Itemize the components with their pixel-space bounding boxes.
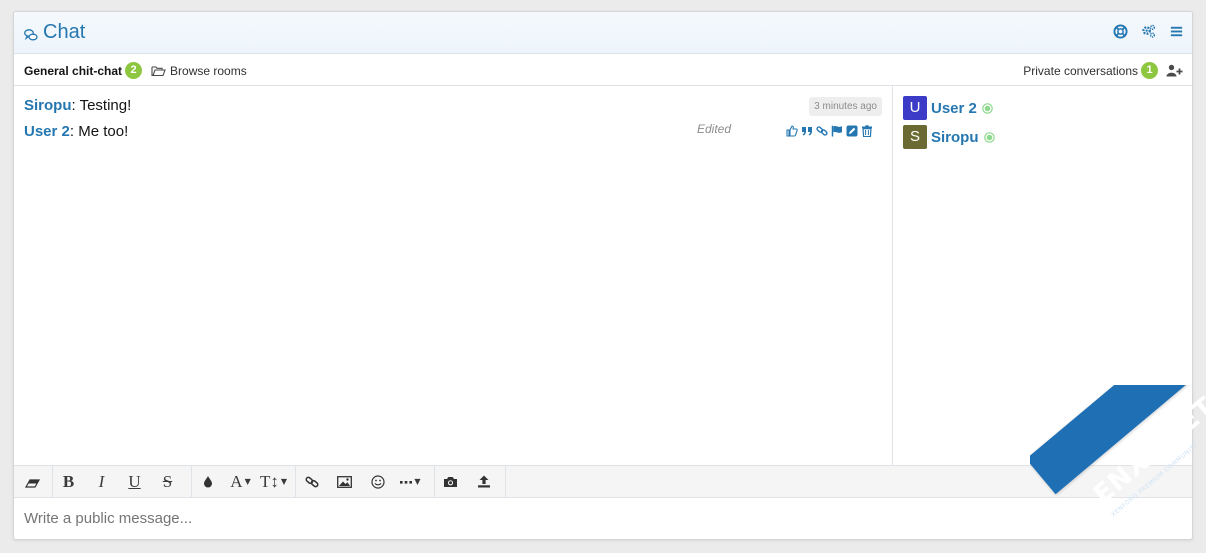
chevron-down-icon: ▼ — [244, 477, 251, 486]
menu-icon[interactable] — [1169, 24, 1184, 39]
strikethrough-button[interactable]: S — [151, 466, 184, 497]
italic-button[interactable]: I — [85, 466, 118, 497]
message-text: : Me too! — [69, 123, 129, 140]
message-input[interactable] — [24, 510, 1164, 527]
chat-tabs: General chit-chat 2 Browse rooms Private… — [14, 54, 1192, 86]
message-list: Siropu: Testing! 3 minutes ago User 2: M… — [14, 85, 893, 465]
tab-general-chit-chat[interactable]: General chit-chat — [24, 64, 122, 78]
camera-button[interactable] — [434, 466, 467, 497]
folder-open-icon — [151, 65, 166, 76]
toolbar-group-media — [434, 466, 506, 497]
message-timestamp: 3 minutes ago — [809, 97, 882, 116]
underline-button[interactable]: U — [118, 466, 151, 497]
avatar[interactable]: S — [903, 125, 927, 149]
add-user-icon[interactable] — [1166, 64, 1183, 77]
browse-rooms-button[interactable]: Browse rooms — [151, 64, 247, 78]
image-icon — [337, 475, 352, 488]
message-item: User 2: Me too! — [24, 123, 128, 140]
chat-header: Chat — [14, 12, 1192, 54]
browse-rooms-label: Browse rooms — [170, 63, 247, 78]
font-size-button[interactable]: T↕ ▼ — [257, 466, 290, 497]
insert-link-button[interactable] — [295, 466, 328, 497]
insert-image-button[interactable] — [328, 466, 361, 497]
room-user-count-badge: 2 — [125, 62, 143, 79]
chevron-down-icon: ▼ — [280, 477, 288, 486]
message-edited-label: Edited — [697, 122, 732, 136]
camera-icon — [444, 476, 457, 487]
online-status-icon — [983, 131, 995, 143]
chat-title-wrap: Chat — [24, 21, 85, 44]
chat-bubbles-icon — [24, 28, 38, 40]
private-conversations-tab[interactable]: Private conversations — [1023, 64, 1138, 78]
link-icon[interactable] — [816, 125, 828, 137]
eraser-icon — [25, 478, 41, 488]
upload-button[interactable] — [467, 466, 500, 497]
like-icon[interactable] — [786, 125, 798, 137]
toolbar-group-text: A ▼ T↕ ▼ — [191, 466, 296, 497]
droplet-icon — [203, 476, 212, 488]
user-list: U User 2 S Siropu — [893, 85, 1192, 465]
user-list-item: S Siropu — [903, 125, 995, 149]
chat-window: Chat General chit-chat 2 Browse rooms Pr… — [13, 11, 1193, 540]
quote-icon[interactable] — [801, 125, 813, 137]
settings-icon[interactable] — [1141, 24, 1156, 39]
private-conversations: Private conversations 1 — [1023, 62, 1183, 79]
toolbar-group-format: B I U S — [52, 466, 192, 497]
message-actions — [786, 125, 873, 137]
delete-icon[interactable] — [861, 125, 873, 137]
font-family-button[interactable]: A ▼ — [224, 466, 257, 497]
link-icon — [305, 476, 318, 487]
bold-button[interactable]: B — [52, 466, 85, 497]
user-name[interactable]: User 2 — [931, 100, 977, 117]
edit-icon[interactable] — [846, 125, 858, 137]
header-tools — [1113, 24, 1184, 39]
online-status-icon — [982, 102, 993, 114]
report-icon[interactable] — [831, 125, 843, 137]
more-icon — [400, 480, 413, 484]
smile-icon — [370, 474, 385, 489]
toolbar-group-clear — [14, 466, 53, 497]
editor-toolbar: B I U S A ▼ T↕ ▼ ▼ — [14, 465, 1192, 498]
eraser-button[interactable] — [17, 466, 50, 497]
avatar[interactable]: U — [903, 96, 927, 120]
user-name[interactable]: Siropu — [931, 129, 979, 146]
help-icon[interactable] — [1113, 24, 1128, 39]
message-author[interactable]: Siropu — [24, 97, 72, 114]
chevron-down-icon: ▼ — [414, 477, 421, 486]
upload-icon — [477, 475, 490, 488]
message-item: Siropu: Testing! — [24, 97, 131, 114]
text-color-button[interactable] — [191, 466, 224, 497]
smilie-button[interactable] — [361, 466, 394, 497]
room-tabs: General chit-chat 2 Browse rooms — [24, 62, 247, 79]
more-button[interactable]: ▼ — [394, 466, 427, 497]
private-conversations-badge: 1 — [1141, 62, 1158, 79]
chat-title: Chat — [43, 21, 86, 43]
message-author[interactable]: User 2 — [24, 123, 70, 140]
message-text: : Testing! — [71, 97, 132, 114]
user-list-item: U User 2 — [903, 96, 993, 120]
toolbar-group-insert: ▼ — [295, 466, 435, 497]
